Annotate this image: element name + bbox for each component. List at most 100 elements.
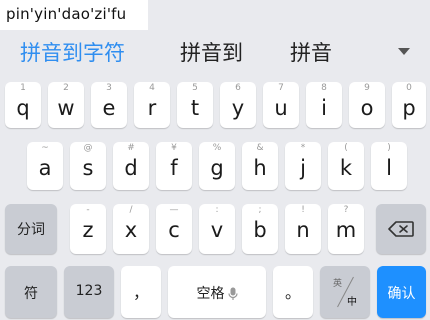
comma-key[interactable]: ，	[121, 266, 161, 318]
space-key-content: 空格	[168, 283, 266, 303]
key-letter: u	[274, 96, 288, 120]
key-o[interactable]: 9 o	[349, 82, 385, 128]
key-j[interactable]: * j	[285, 142, 321, 190]
key-letter: t	[190, 96, 200, 120]
confirm-button[interactable]: 确认	[377, 266, 426, 318]
key-hint: ;	[258, 205, 262, 215]
key-letter: z	[82, 218, 94, 242]
key-letter: j	[300, 156, 306, 180]
key-t[interactable]: 5 t	[177, 82, 213, 128]
language-zh-label: 中	[347, 297, 357, 308]
keyboard: pin'yin'dao'zi'fu 拼音到字符 拼音到 拼音 1 q 2 w 3…	[0, 0, 430, 320]
key-hint: :	[215, 205, 219, 215]
key-letter: f	[170, 156, 178, 180]
key-letter: s	[82, 156, 94, 180]
symbol-key[interactable]: 符	[5, 266, 57, 318]
key-letter: l	[386, 156, 392, 180]
language-switch-key[interactable]: 英 中	[320, 266, 370, 318]
key-letter: i	[321, 96, 327, 120]
key-letter: n	[296, 218, 310, 242]
composition-bar-background	[148, 0, 430, 30]
numbers-key-label: 123	[75, 283, 103, 299]
key-hint: !	[301, 205, 305, 215]
key-letter: g	[210, 156, 224, 180]
key-letter: r	[147, 96, 157, 120]
key-r[interactable]: 4 r	[134, 82, 170, 128]
key-hint: (	[344, 143, 348, 153]
key-l[interactable]: ) l	[371, 142, 407, 190]
key-s[interactable]: @ s	[70, 142, 106, 190]
key-n[interactable]: ! n	[285, 204, 321, 254]
candidate-item-3[interactable]: 拼音	[290, 38, 332, 68]
key-hint: 1	[20, 83, 26, 93]
key-letter: e	[102, 96, 116, 120]
period-key[interactable]: 。	[273, 266, 313, 318]
key-hint: &	[256, 143, 264, 153]
key-hint: 0	[406, 83, 412, 93]
key-p[interactable]: 0 p	[392, 82, 426, 128]
backspace-key[interactable]	[376, 204, 426, 254]
key-z[interactable]: - z	[70, 204, 106, 254]
space-key[interactable]: 空格	[168, 266, 266, 318]
key-hint: ¥	[171, 143, 177, 153]
numbers-key[interactable]: 123	[64, 266, 114, 318]
key-e[interactable]: 3 e	[91, 82, 127, 128]
confirm-button-label: 确认	[387, 286, 416, 302]
segment-key[interactable]: 分词	[5, 204, 57, 254]
key-hint: ?	[343, 205, 349, 215]
key-hint: 7	[278, 83, 284, 93]
key-c[interactable]: — c	[156, 204, 192, 254]
key-g[interactable]: % g	[199, 142, 235, 190]
microphone-icon	[227, 287, 238, 300]
key-hint: 5	[192, 83, 198, 93]
language-en-label: 英	[333, 279, 343, 289]
key-u[interactable]: 7 u	[263, 82, 299, 128]
comma-key-label: ，	[132, 283, 149, 302]
key-hint: -	[86, 205, 90, 215]
key-hint: 8	[321, 83, 327, 93]
key-letter: w	[57, 96, 75, 120]
key-y[interactable]: 6 y	[220, 82, 256, 128]
key-hint: *	[300, 143, 306, 153]
space-key-label: 空格	[196, 286, 225, 302]
key-hint: 2	[63, 83, 69, 93]
key-w[interactable]: 2 w	[48, 82, 84, 128]
key-letter: p	[402, 96, 416, 120]
candidate-item-2[interactable]: 拼音到	[180, 38, 243, 68]
backspace-icon	[388, 221, 414, 237]
key-d[interactable]: # d	[113, 142, 149, 190]
key-f[interactable]: ¥ f	[156, 142, 192, 190]
chevron-down-icon[interactable]	[398, 48, 410, 55]
key-x[interactable]: / x	[113, 204, 149, 254]
key-hint: 9	[364, 83, 370, 93]
key-m[interactable]: ? m	[328, 204, 364, 254]
key-hint: 4	[149, 83, 155, 93]
key-b[interactable]: ; b	[242, 204, 278, 254]
key-q[interactable]: 1 q	[5, 82, 41, 128]
key-letter: v	[210, 218, 224, 242]
segment-key-label: 分词	[17, 222, 45, 238]
key-hint: /	[129, 205, 133, 215]
key-hint: —	[169, 205, 179, 215]
candidate-item-1[interactable]: 拼音到字符	[20, 38, 125, 68]
period-key-label: 。	[284, 283, 301, 302]
key-hint: %	[212, 143, 222, 153]
key-letter: q	[16, 96, 30, 120]
key-letter: x	[124, 218, 138, 242]
key-a[interactable]: ~ a	[27, 142, 63, 190]
symbol-key-label: 符	[24, 286, 38, 302]
key-letter: d	[124, 156, 138, 180]
key-i[interactable]: 8 i	[306, 82, 342, 128]
key-letter: o	[360, 96, 374, 120]
key-hint: 3	[106, 83, 112, 93]
key-h[interactable]: & h	[242, 142, 278, 190]
key-letter: c	[168, 218, 180, 242]
key-letter: b	[253, 218, 267, 242]
composition-text: pin'yin'dao'zi'fu	[0, 0, 148, 30]
key-letter: m	[335, 218, 357, 242]
key-k[interactable]: ( k	[328, 142, 364, 190]
key-v[interactable]: : v	[199, 204, 235, 254]
key-hint: @	[83, 143, 93, 153]
key-letter: k	[339, 156, 353, 180]
key-letter: h	[253, 156, 267, 180]
